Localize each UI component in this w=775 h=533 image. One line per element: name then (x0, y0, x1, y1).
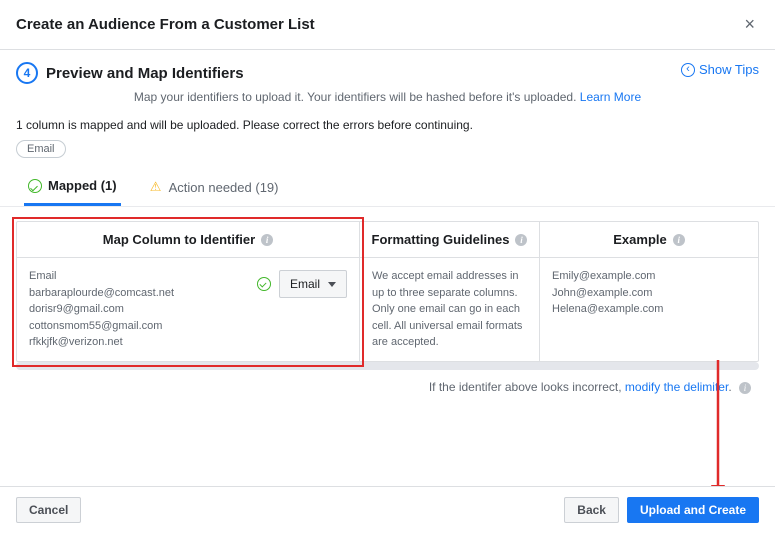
info-icon[interactable]: i (261, 234, 273, 246)
step-title: Preview and Map Identifiers (46, 65, 244, 82)
example-list: Emily@example.com John@example.com Helen… (540, 258, 758, 348)
col-header-example: Example (613, 232, 666, 247)
format-guidelines-text: We accept email addresses in up to three… (360, 258, 539, 361)
tab-action-needed[interactable]: ⚠ Action needed (19) (145, 168, 283, 206)
warning-icon: ⚠ (149, 180, 163, 194)
sample-row: cottonsmom55@gmail.com (29, 318, 245, 335)
example-row: Helena@example.com (552, 301, 746, 318)
info-icon[interactable]: i (739, 382, 751, 394)
identifier-dropdown[interactable]: Email (279, 270, 347, 298)
show-tips-label: Show Tips (699, 62, 759, 77)
info-circle-icon: ‹ (681, 63, 695, 77)
identifier-table: Map Column to Identifier i Email barbara… (16, 221, 759, 362)
sample-row: rfkkjfk@verizon.net (29, 334, 245, 351)
show-tips-link[interactable]: ‹ Show Tips (681, 62, 759, 77)
dropdown-value: Email (290, 275, 320, 293)
horizontal-scrollbar[interactable] (16, 362, 759, 370)
sample-row: barbaraplourde@comcast.net (29, 285, 245, 302)
sample-data-list: Email barbaraplourde@comcast.net dorisr9… (29, 268, 245, 351)
col-header-format: Formatting Guidelines (372, 232, 510, 247)
mapped-chip-email[interactable]: Email (16, 140, 66, 158)
tab-mapped[interactable]: Mapped (1) (24, 168, 121, 206)
learn-more-link[interactable]: Learn More (580, 90, 641, 104)
col-header-map: Map Column to Identifier (103, 232, 255, 247)
tab-action-label: Action needed (19) (169, 180, 279, 195)
step-number-badge: 4 (16, 62, 38, 84)
info-icon[interactable]: i (515, 234, 527, 246)
check-circle-icon (257, 277, 271, 291)
page-title: Create an Audience From a Customer List (16, 16, 315, 33)
chevron-down-icon (328, 282, 336, 287)
upload-warning-text: 1 column is mapped and will be uploaded.… (0, 112, 775, 140)
upload-and-create-button[interactable]: Upload and Create (627, 497, 759, 523)
check-circle-icon (28, 179, 42, 193)
back-button[interactable]: Back (564, 497, 619, 523)
delimiter-pretext: If the identifer above looks incorrect, (429, 380, 625, 394)
tab-mapped-label: Mapped (1) (48, 178, 117, 193)
step-subtext: Map your identifiers to upload it. Your … (134, 90, 580, 104)
sample-row: dorisr9@gmail.com (29, 301, 245, 318)
info-icon[interactable]: i (673, 234, 685, 246)
cancel-button[interactable]: Cancel (16, 497, 81, 523)
modify-delimiter-link[interactable]: modify the delimiter (625, 380, 728, 394)
example-row: Emily@example.com (552, 268, 746, 285)
close-icon[interactable]: × (740, 10, 759, 39)
column-label: Email (29, 268, 245, 285)
delimiter-post: . (728, 380, 731, 394)
example-row: John@example.com (552, 285, 746, 302)
